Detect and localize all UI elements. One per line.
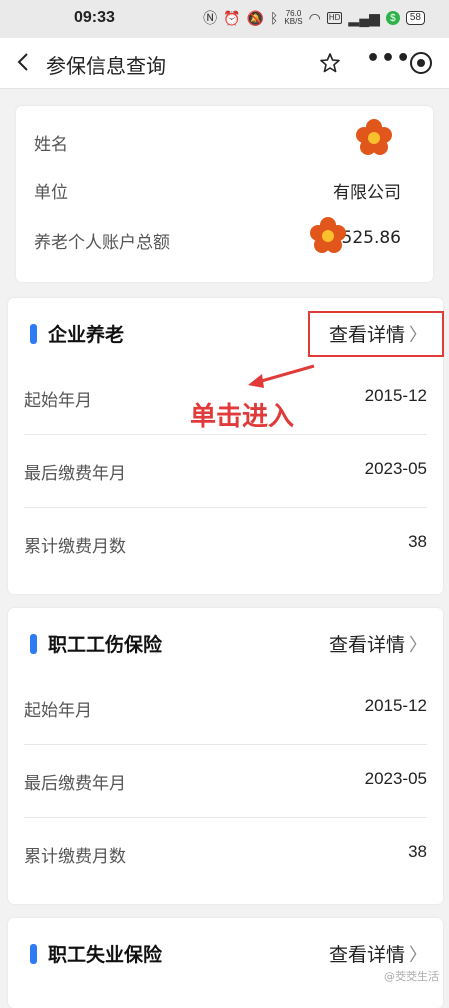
- redaction-flower-icon: [310, 217, 346, 253]
- title-marker: [30, 324, 37, 344]
- work-injury-card: 职工工伤保险 查看详情 〉 起始年月 2015-12 最后缴费年月 2023-0…: [8, 608, 443, 904]
- star-icon[interactable]: [318, 51, 342, 75]
- alarm-icon: ⏰: [223, 10, 241, 26]
- net-speed: 76.0 KB/S: [284, 9, 303, 26]
- card-title: 企业养老: [48, 324, 125, 346]
- nav-bar: 参保信息查询 •••: [0, 38, 449, 89]
- personal-info-card: 姓名 单位 有限公司 养老个人账户总额 525.86: [16, 106, 433, 282]
- pension-value: 525.86: [341, 228, 401, 248]
- bluetooth-icon: ᛒ: [270, 10, 279, 26]
- title-marker: [30, 944, 37, 964]
- money-app-icon: $: [385, 11, 400, 25]
- more-icon[interactable]: •••: [366, 46, 411, 71]
- card-header: 职工工伤保险 查看详情 〉: [8, 608, 443, 680]
- start-month-row: 起始年月 2015-12: [24, 672, 427, 745]
- card-title: 职工工伤保险: [48, 634, 163, 656]
- card-header: 职工失业保险 查看详情 〉: [8, 918, 443, 990]
- unit-value: 有限公司: [333, 183, 401, 203]
- signal-icon: ▂▄▆: [348, 10, 380, 26]
- mute-icon: 🔕: [246, 10, 264, 26]
- page-title: 参保信息查询: [46, 54, 166, 78]
- last-payment-row: 最后缴费年月 2023-05: [24, 745, 427, 818]
- name-label: 姓名: [34, 135, 68, 155]
- redaction-flower-icon: [356, 119, 392, 155]
- total-months-row: 累计缴费月数 38: [24, 532, 427, 557]
- battery-indicator: 58: [405, 11, 425, 25]
- total-months-row: 累计缴费月数 38: [24, 842, 427, 867]
- view-details-link[interactable]: 查看详情 〉: [329, 630, 427, 657]
- status-bar: 09:33 Ⓝ ⏰ 🔕 ᛒ 76.0 KB/S ◠ HD ▂▄▆ $ 58: [0, 0, 449, 38]
- close-miniprogram-icon[interactable]: [408, 50, 434, 76]
- watermark: @茭茭生活: [384, 970, 439, 983]
- chevron-right-icon: 〉: [409, 944, 427, 966]
- back-icon[interactable]: [12, 50, 36, 74]
- card-title: 职工失业保险: [48, 944, 163, 966]
- chevron-right-icon: 〉: [409, 634, 427, 656]
- pension-label: 养老个人账户总额: [34, 233, 170, 253]
- unemployment-card: 职工失业保险 查看详情 〉: [8, 918, 443, 1008]
- highlight-box: [308, 311, 444, 357]
- unit-label: 单位: [34, 183, 68, 203]
- wifi-icon: ◠: [308, 10, 321, 26]
- last-payment-row: 最后缴费年月 2023-05: [24, 435, 427, 508]
- title-marker: [30, 634, 37, 654]
- annotation-text: 单击进入: [190, 402, 295, 432]
- nfc-icon: Ⓝ: [203, 10, 218, 26]
- view-details-link[interactable]: 查看详情 〉: [329, 940, 427, 967]
- status-icons: Ⓝ ⏰ 🔕 ᛒ 76.0 KB/S ◠ HD ▂▄▆ $ 58: [203, 10, 425, 26]
- hd-badge: HD: [326, 12, 343, 24]
- status-time: 09:33: [74, 9, 115, 26]
- annotation-arrow-icon: [248, 364, 315, 388]
